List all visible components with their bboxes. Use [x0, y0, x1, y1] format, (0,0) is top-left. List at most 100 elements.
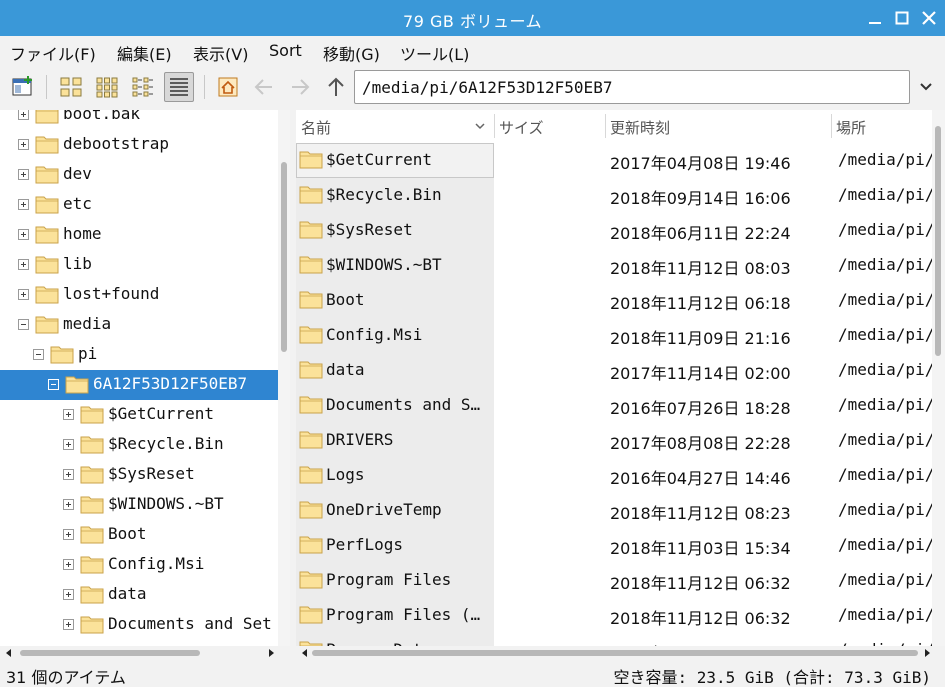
menu-sort[interactable]: Sort — [269, 41, 302, 60]
file-row[interactable]: ProgramData2018年11月12日 08:32/media/pi/ — [296, 633, 932, 646]
expand-icon[interactable] — [18, 169, 29, 180]
column-header-location[interactable]: 場所 — [831, 110, 931, 142]
expand-icon[interactable] — [63, 439, 74, 450]
tree-item[interactable]: Documents and Set — [0, 610, 278, 640]
expand-icon[interactable] — [18, 289, 29, 300]
file-name-cell: ProgramData — [296, 633, 494, 646]
expand-icon[interactable] — [18, 110, 29, 120]
file-name-cell: OneDriveTemp — [296, 493, 494, 528]
file-name-cell: Program Files (… — [296, 598, 494, 633]
list-horizontal-scrollbar[interactable] — [296, 646, 945, 660]
tree-hscroll-thumb[interactable] — [20, 650, 200, 656]
column-header-name[interactable]: 名前 — [296, 110, 494, 142]
menu-file[interactable]: ファイル(F) — [10, 41, 96, 65]
scroll-left-icon[interactable] — [300, 648, 310, 658]
tree-scroll-thumb[interactable] — [281, 162, 287, 352]
file-row[interactable]: Program Files 2018年11月12日 06:32/media/pi/ — [296, 563, 932, 598]
icon-view-button[interactable] — [56, 72, 86, 102]
expand-icon[interactable] — [18, 199, 29, 210]
menu-tools[interactable]: ツール(L) — [400, 41, 469, 65]
tree-item[interactable]: $GetCurrent — [0, 400, 278, 430]
tree-item[interactable]: home — [0, 220, 278, 250]
thumbnail-view-button[interactable] — [92, 72, 122, 102]
up-button[interactable] — [321, 72, 351, 102]
tree-item[interactable]: 6A12F53D12F50EB7 — [0, 370, 278, 400]
file-row[interactable]: Config.Msi 2018年11月09日 21:16/media/pi/ — [296, 318, 932, 353]
expand-icon[interactable] — [18, 259, 29, 270]
maximize-icon[interactable] — [893, 9, 911, 27]
tree-item[interactable]: $Recycle.Bin — [0, 430, 278, 460]
file-row[interactable]: Documents and S… 2016年07月26日 18:28/media/… — [296, 388, 932, 423]
tree-item[interactable]: boot.bak — [0, 110, 278, 130]
file-modified: 2018年11月03日 15:34 — [610, 539, 791, 558]
expand-icon[interactable] — [63, 559, 74, 570]
scroll-right-icon[interactable] — [922, 648, 932, 658]
tree-item[interactable]: $SysReset — [0, 460, 278, 490]
file-location: /media/pi/ — [838, 395, 932, 414]
path-input[interactable]: /media/pi/6A12F53D12F50EB7 — [354, 70, 910, 104]
tree-item[interactable]: Boot — [0, 520, 278, 550]
folder-icon — [35, 316, 59, 334]
tree-item[interactable]: lib — [0, 250, 278, 280]
file-row[interactable]: Boot 2018年11月12日 06:18/media/pi/ — [296, 283, 932, 318]
tree-item[interactable]: Config.Msi — [0, 550, 278, 580]
chevron-down-icon[interactable] — [918, 79, 934, 95]
tree-item[interactable]: dev — [0, 160, 278, 190]
compact-view-button[interactable] — [128, 72, 158, 102]
expand-icon[interactable] — [63, 529, 74, 540]
file-row[interactable]: $Recycle.Bin 2018年09月14日 16:06/media/pi/ — [296, 178, 932, 213]
menu-edit[interactable]: 編集(E) — [117, 41, 172, 65]
tree-item[interactable]: etc — [0, 190, 278, 220]
file-modified: 2018年11月12日 06:18 — [610, 294, 791, 313]
tree-horizontal-scrollbar[interactable] — [0, 646, 290, 660]
file-row[interactable]: $WINDOWS.~BT 2018年11月12日 08:03/media/pi/ — [296, 248, 932, 283]
file-list[interactable]: 名前 サイズ 更新時刻 場所 $GetCurrent 2017年04月08日 19… — [296, 110, 932, 646]
file-row[interactable]: Program Files (… 2018年11月12日 06:32/media/… — [296, 598, 932, 633]
list-scroll-thumb[interactable] — [935, 126, 941, 356]
collapse-icon[interactable] — [48, 379, 59, 390]
expand-icon[interactable] — [63, 589, 74, 600]
expand-icon[interactable] — [63, 469, 74, 480]
file-row[interactable]: DRIVERS 2017年08月08日 22:28/media/pi/ — [296, 423, 932, 458]
collapse-icon[interactable] — [33, 349, 44, 360]
expand-icon[interactable] — [18, 229, 29, 240]
tree-item[interactable]: media — [0, 310, 278, 340]
detailed-list-view-button[interactable] — [164, 72, 194, 102]
home-button[interactable] — [213, 72, 243, 102]
tree-item[interactable]: pi — [0, 340, 278, 370]
menu-view[interactable]: 表示(V) — [193, 41, 248, 65]
tree-item[interactable]: data — [0, 580, 278, 610]
collapse-icon[interactable] — [18, 319, 29, 330]
list-hscroll-thumb[interactable] — [312, 650, 918, 656]
expand-icon[interactable] — [63, 409, 74, 420]
file-name: OneDriveTemp — [326, 500, 442, 519]
file-row[interactable]: data 2017年11月14日 02:00/media/pi/ — [296, 353, 932, 388]
tree-item[interactable]: $WINDOWS.~BT — [0, 490, 278, 520]
column-header-modified[interactable]: 更新時刻 — [605, 110, 831, 142]
scroll-right-icon[interactable] — [266, 648, 276, 658]
file-row[interactable]: OneDriveTemp 2018年11月12日 08:23/media/pi/ — [296, 493, 932, 528]
file-location: /media/pi/ — [838, 465, 932, 484]
directory-tree[interactable]: boot.bak debootstrap dev etc home lib lost+fou… — [0, 110, 278, 646]
folder-icon — [299, 326, 323, 344]
close-icon[interactable] — [920, 9, 938, 27]
expand-icon[interactable] — [18, 139, 29, 150]
scroll-left-icon[interactable] — [4, 648, 14, 658]
menu-go[interactable]: 移動(G) — [323, 41, 380, 65]
expand-icon[interactable] — [63, 499, 74, 510]
file-row[interactable]: $GetCurrent 2017年04月08日 19:46/media/pi/ — [296, 143, 932, 178]
column-header-size[interactable]: サイズ — [494, 110, 604, 142]
expand-icon[interactable] — [63, 619, 74, 630]
file-row[interactable]: Logs 2016年04月27日 14:46/media/pi/ — [296, 458, 932, 493]
file-row[interactable]: $SysReset 2018年06月11日 22:24/media/pi/ — [296, 213, 932, 248]
forward-button[interactable] — [285, 72, 315, 102]
minimize-icon[interactable] — [866, 9, 884, 27]
item-count: 31 個のアイテム — [6, 668, 126, 687]
back-button[interactable] — [249, 72, 279, 102]
tree-item[interactable]: lost+found — [0, 280, 278, 310]
file-name: data — [326, 360, 365, 379]
tree-item[interactable]: debootstrap — [0, 130, 278, 160]
file-row[interactable]: PerfLogs 2018年11月03日 15:34/media/pi/ — [296, 528, 932, 563]
new-window-button[interactable] — [8, 72, 38, 102]
status-bar: 31 個のアイテム 空き容量: 23.5 GiB (合計: 73.3 GiB) — [0, 660, 945, 687]
